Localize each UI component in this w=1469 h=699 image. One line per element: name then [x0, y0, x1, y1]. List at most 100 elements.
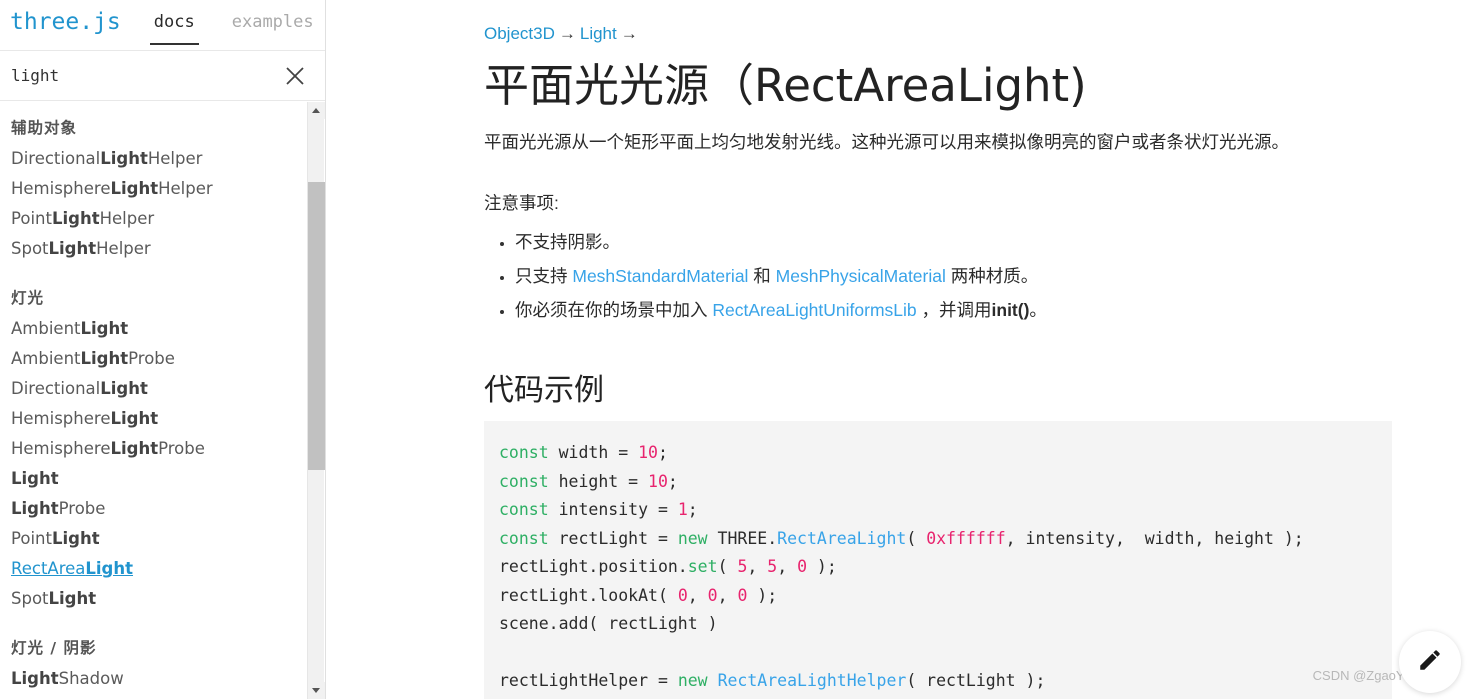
scrollbar-thumb[interactable]: [308, 182, 325, 470]
sidebar-item-spotlight[interactable]: SpotLight: [11, 584, 308, 614]
sidebar-item-pointlighthelper[interactable]: PointLightHelper: [11, 204, 308, 234]
sidebar-panel[interactable]: 辅助对象 DirectionalLightHelper HemisphereLigh…: [0, 102, 325, 699]
watermark: CSDN @ZgaoYi: [1312, 668, 1407, 683]
breadcrumb: Object3D → Light →: [484, 24, 1469, 44]
entry-prefix: Point: [11, 529, 52, 548]
note-text: 两种材质。: [945, 265, 1039, 286]
code-line: const width = 10;: [499, 439, 1392, 468]
code-token-kw: const: [499, 471, 549, 491]
code-line: const height = 10;: [499, 468, 1392, 497]
page-root: three.js docs examples 辅助对象DirectionalLi…: [0, 0, 1469, 699]
code-token-num: 10: [648, 471, 668, 491]
entry-match: Light: [100, 379, 148, 398]
note-link-meshphysicalmaterial[interactable]: MeshPhysicalMaterial: [776, 266, 946, 286]
sidebar-list: 辅助对象 DirectionalLightHelper HemisphereLigh…: [0, 102, 308, 699]
sidebar-item-hemispherelighthelper[interactable]: HemisphereLightHelper: [11, 174, 308, 204]
entry-prefix: Hemisphere: [11, 439, 111, 458]
sidebar-item-lightprobe[interactable]: LightProbe: [11, 494, 308, 524]
sidebar-item-ambientlightprobe[interactable]: AmbientLightProbe: [11, 344, 308, 374]
nav-tabs: docs examples: [149, 0, 325, 51]
brand-logo[interactable]: three.js: [0, 0, 121, 35]
code-token-pl: ( rectLight );: [906, 671, 1046, 690]
entry-prefix: Hemisphere: [11, 409, 111, 428]
breadcrumb-arrow-icon: →: [620, 24, 638, 43]
breadcrumb-link-object3d[interactable]: Object3D: [484, 24, 555, 43]
breadcrumb-arrow-icon: →: [558, 24, 576, 43]
code-block[interactable]: const width = 10; const height = 10; const…: [484, 421, 1392, 699]
search-bar: [0, 51, 325, 101]
entry-match: Light: [11, 499, 59, 518]
sidebar-item-lightshadow[interactable]: LightShadow: [11, 664, 308, 694]
code-token-pl: , intensity, width, height );: [1005, 528, 1304, 548]
sidebar-scrollbar[interactable]: [307, 102, 325, 699]
close-icon[interactable]: [284, 65, 306, 87]
sidebar-header: three.js docs examples: [0, 0, 325, 51]
note-link-rectarealightuniformslib[interactable]: RectAreaLightUniformsLib: [712, 300, 916, 320]
sidebar-item-hemispherelightprobe[interactable]: HemisphereLightProbe: [11, 434, 308, 464]
code-token-pl: width =: [548, 443, 639, 462]
entry-match: Light: [80, 349, 129, 368]
entry-prefix: Ambient: [11, 319, 81, 338]
sidebar-category: 灯光 AmbientLight AmbientLightProbe Direction…: [11, 286, 308, 614]
search-input[interactable]: [0, 59, 250, 92]
sidebar-item-ambientlight[interactable]: AmbientLight: [11, 314, 308, 344]
code-token-kw: const: [499, 528, 549, 548]
entry-suffix: Helper: [158, 179, 213, 198]
edit-button[interactable]: [1399, 631, 1461, 693]
code-token-num: 0: [707, 585, 718, 605]
entry-match: Light: [100, 149, 148, 168]
entry-suffix: Helper: [99, 209, 155, 228]
chevron-up-icon[interactable]: [308, 102, 325, 119]
entry-prefix: Point: [11, 209, 52, 228]
code-token-pl: ,: [747, 557, 768, 576]
sidebar-category-title: 灯光: [11, 289, 45, 307]
note-link-meshstandardmaterial[interactable]: MeshStandardMaterial: [572, 266, 748, 286]
code-token-pl: rectLight.lookAt(: [499, 585, 678, 605]
entry-suffix: Probe: [128, 349, 175, 368]
code-token-cls: RectAreaLight: [777, 528, 907, 548]
code-line: scene.add( rectLight ): [499, 610, 1392, 639]
sidebar-item-directionallighthelper[interactable]: DirectionalLightHelper: [11, 144, 308, 174]
notes-label: 注意事项:: [484, 192, 559, 213]
code-token-num: 10: [638, 443, 658, 462]
entry-prefix: Directional: [11, 149, 101, 168]
note-text: 你必须在你的场景中加入: [515, 299, 713, 320]
sidebar-item-rectarealight[interactable]: RectAreaLight: [11, 554, 308, 584]
code-token-pl: scene.add( rectLight ): [499, 614, 718, 633]
tab-examples[interactable]: examples: [228, 0, 318, 51]
code-token-pl: intensity =: [548, 500, 678, 519]
entry-prefix: Directional: [11, 379, 101, 398]
entry-match: Light: [48, 589, 97, 608]
sidebar-item-hemispherelight[interactable]: HemisphereLight: [11, 404, 308, 434]
entry-match: Light: [48, 239, 97, 258]
notes-list: 不支持阴影。只支持 MeshStandardMaterial 和 MeshPhy…: [484, 225, 1469, 327]
entry-match: Light: [51, 209, 100, 228]
entry-suffix: Shadow: [58, 669, 124, 688]
code-token-cls: RectAreaLightHelper: [717, 671, 907, 690]
code-token-pl: ,: [777, 557, 798, 576]
note-bold-text: init(): [991, 299, 1030, 320]
page-description: 平面光光源从一个矩形平面上均匀地发射光线。这种光源可以用来模拟像明亮的窗户或者条…: [484, 131, 1289, 152]
sidebar-item-pointlight[interactable]: PointLight: [11, 524, 308, 554]
tab-docs[interactable]: docs: [149, 0, 199, 51]
entry-match: Light: [110, 409, 159, 428]
sidebar-item-spotlighthelper[interactable]: SpotLightHelper: [11, 234, 308, 264]
code-token-pl: (: [717, 557, 738, 576]
entry-suffix: Probe: [158, 439, 205, 458]
pencil-icon: [1417, 647, 1443, 678]
code-line: .add( rectLightHelper );: [499, 696, 1392, 699]
note-item: 只支持 MeshStandardMaterial 和 MeshPhysicalM…: [515, 259, 1469, 293]
entry-suffix: Helper: [147, 149, 203, 168]
sidebar-item-light[interactable]: Light: [11, 464, 308, 494]
note-text: 。: [1029, 299, 1047, 320]
chevron-down-icon[interactable]: [308, 682, 325, 699]
sidebar-item-directionallight[interactable]: DirectionalLight: [11, 374, 308, 404]
note-text: ，并调用: [916, 299, 992, 320]
entry-match: Light: [11, 669, 59, 688]
code-token-kw: new: [677, 528, 708, 548]
breadcrumb-link-light[interactable]: Light: [580, 24, 617, 43]
code-token-num: 1: [677, 500, 688, 519]
code-token-num: 0: [737, 585, 748, 605]
sidebar: three.js docs examples 辅助对象DirectionalLi…: [0, 0, 326, 699]
